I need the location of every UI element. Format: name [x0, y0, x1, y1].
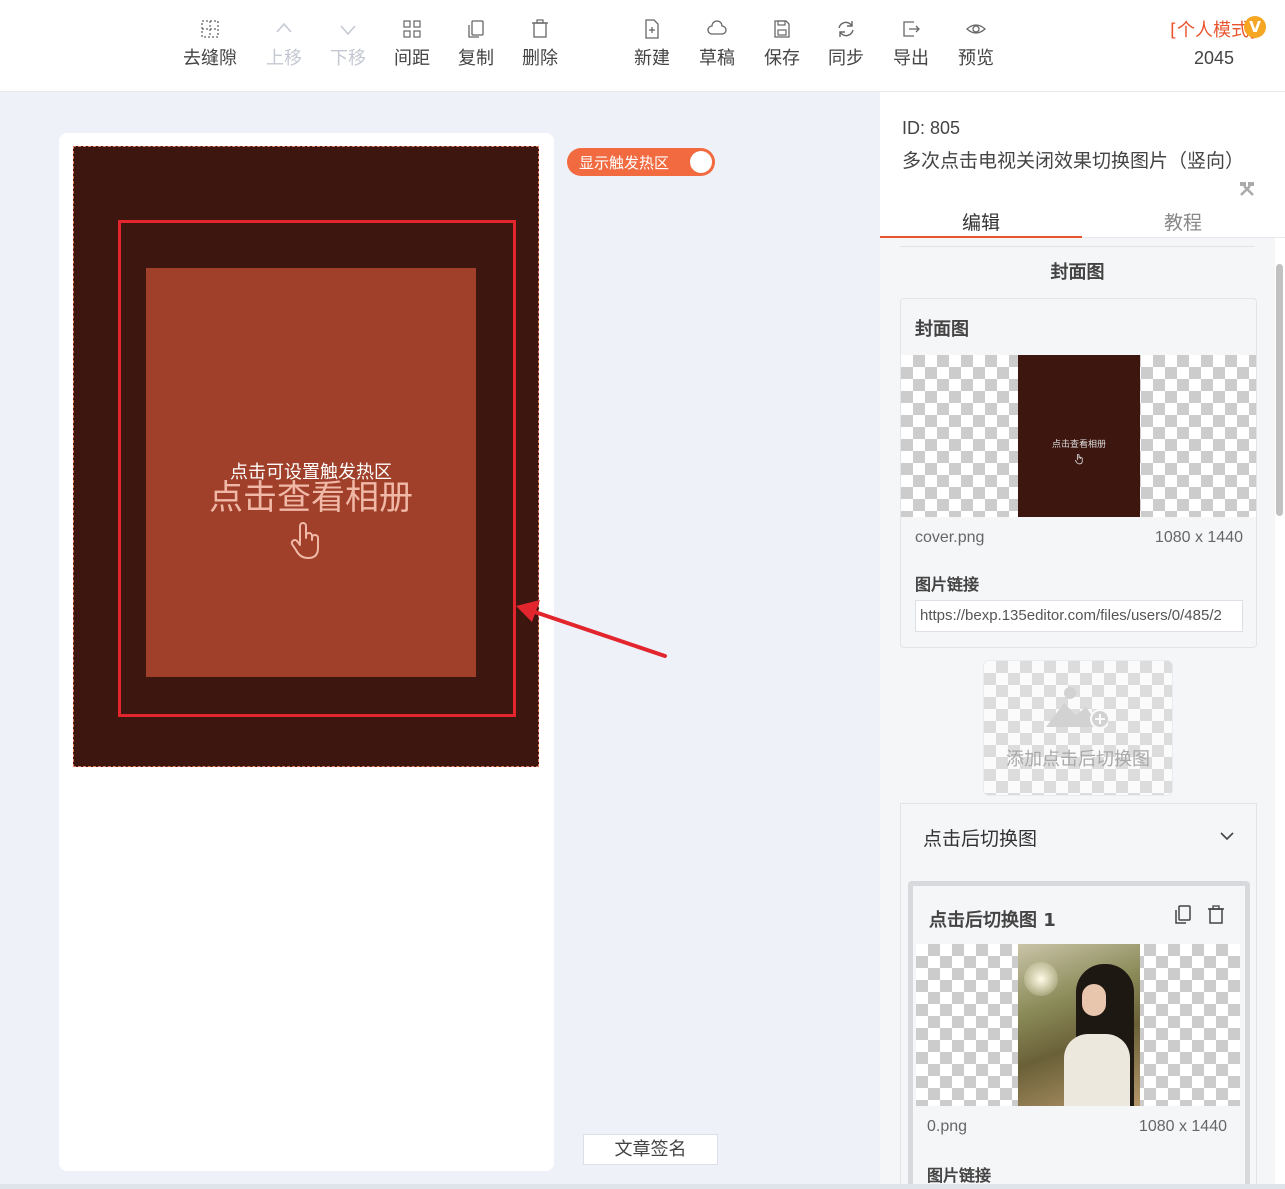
template-id: ID: 805 [902, 118, 961, 138]
signature-button[interactable]: 文章签名 [583, 1134, 718, 1165]
mode-label: [个人模式] [1170, 20, 1257, 41]
vip-badge-icon: V [1244, 16, 1266, 38]
cloud-icon [685, 14, 749, 42]
panel-scrollbar[interactable] [1276, 264, 1283, 516]
chevron-up-icon [252, 14, 316, 42]
cover-card-title: 封面图 [915, 319, 969, 340]
sync-icon [814, 14, 878, 42]
switch-image-preview[interactable] [916, 944, 1240, 1106]
trash-icon [508, 14, 572, 42]
move-up-button[interactable]: 上移 [252, 14, 316, 70]
photo-thumbnail [1018, 944, 1140, 1106]
hotzone-label: 点击可设置触发热区 [230, 462, 392, 483]
copy-button[interactable]: 复制 [444, 14, 508, 70]
top-toolbar: 去缝隙 上移 下移 间距 复制 删除 新建 草稿 保存 同步 导出 预览 [个人… [0, 0, 1285, 92]
move-down-button[interactable]: 下移 [316, 14, 380, 70]
add-switch-image-button[interactable]: 添加点击后切换图 [983, 660, 1173, 796]
sync-button[interactable]: 同步 [814, 14, 878, 70]
spacing-icon [380, 14, 444, 42]
cover-file-size: 1080 x 1440 [1154, 529, 1243, 546]
chevron-down-icon[interactable] [1219, 828, 1235, 844]
template-name: 多次点击电视关闭效果切换图片（竖向） [902, 150, 1245, 172]
copy-label: 复制 [458, 48, 494, 69]
person-face [1082, 984, 1106, 1016]
switch-section-title[interactable]: 点击后切换图 [923, 824, 1037, 851]
sync-label: 同步 [828, 48, 864, 69]
delete-button[interactable]: 删除 [508, 14, 572, 70]
pointer-hand-icon [290, 522, 319, 559]
add-image-icon [1046, 687, 1108, 729]
sun-glow [1024, 962, 1058, 996]
add-switch-label: 添加点击后切换图 [1006, 749, 1150, 770]
new-file-icon [620, 14, 684, 42]
new-button[interactable]: 新建 [620, 14, 684, 70]
export-label: 导出 [893, 48, 929, 69]
panel-tabs: 编辑 教程 [880, 198, 1285, 238]
spacing-label: 间距 [394, 48, 430, 69]
show-hotzone-toggle[interactable]: 显示触发热区 [567, 148, 715, 176]
move-up-label: 上移 [266, 48, 302, 69]
cover-link-label: 图片链接 [915, 575, 980, 594]
toggle-knob [690, 151, 712, 173]
tab-edit[interactable]: 编辑 [880, 208, 1082, 235]
copy-icon[interactable] [1171, 904, 1193, 926]
toggle-label: 显示触发热区 [579, 154, 670, 172]
remove-gap-label: 去缝隙 [183, 48, 237, 69]
tools-icon[interactable] [1238, 180, 1256, 198]
draft-label: 草稿 [699, 48, 735, 69]
switch-file-size: 1080 x 1440 [1138, 1118, 1227, 1135]
draft-button[interactable]: 草稿 [685, 14, 749, 70]
trash-icon[interactable] [1205, 904, 1227, 926]
cover-thumbnail: 点击查看相册 [1018, 355, 1140, 517]
cover-thumb-text: 点击查看相册 [1051, 440, 1106, 450]
cover-link-input[interactable]: https://bexp.135editor.com/files/users/0… [915, 600, 1243, 632]
preview-label: 预览 [958, 48, 994, 69]
move-down-label: 下移 [330, 48, 366, 69]
copy-icon [444, 14, 508, 42]
cover-card: 封面图 点击查看相册 cover.png 1080 x 1440 图片链接 ht… [900, 298, 1257, 648]
switch-item-title: 点击后切换图 1 [929, 910, 1056, 931]
save-button[interactable]: 保存 [750, 14, 814, 70]
remove-gap-button[interactable]: 去缝隙 [178, 14, 242, 70]
bottom-divider [0, 1184, 1285, 1189]
cover-preview[interactable]: 点击查看相册 [901, 355, 1256, 517]
cover-file-name: cover.png [915, 529, 985, 546]
person-shirt [1064, 1034, 1130, 1106]
spacing-button[interactable]: 间距 [380, 14, 444, 70]
chevron-down-icon [316, 14, 380, 42]
mode-number: 2045 [1194, 48, 1235, 68]
switch-image-card: 点击后切换图 1 0.png 1080 x 1440 图片链接 [908, 881, 1250, 1184]
red-arrow-icon [516, 600, 667, 658]
section-title: 封面图 [1050, 262, 1105, 283]
eye-icon [944, 14, 1008, 42]
preview-button[interactable]: 预览 [944, 14, 1008, 70]
tab-tutorial[interactable]: 教程 [1082, 208, 1284, 235]
grid-icon [178, 14, 242, 42]
section-divider [900, 246, 1255, 247]
switch-image-section: 点击后切换图 点击后切换图 1 0.png 1080 x 1440 图片链接 [900, 803, 1257, 1184]
properties-panel: ID: 805 多次点击电视关闭效果切换图片（竖向） 编辑 教程 封面图 封面图… [880, 92, 1285, 1184]
switch-link-label: 图片链接 [927, 1166, 992, 1184]
save-label: 保存 [764, 48, 800, 69]
export-button[interactable]: 导出 [879, 14, 943, 70]
delete-label: 删除 [522, 48, 558, 69]
export-icon [879, 14, 943, 42]
new-label: 新建 [634, 48, 670, 69]
save-icon [750, 14, 814, 42]
thumb-hand-icon [1074, 453, 1083, 465]
switch-file-name: 0.png [927, 1118, 968, 1135]
